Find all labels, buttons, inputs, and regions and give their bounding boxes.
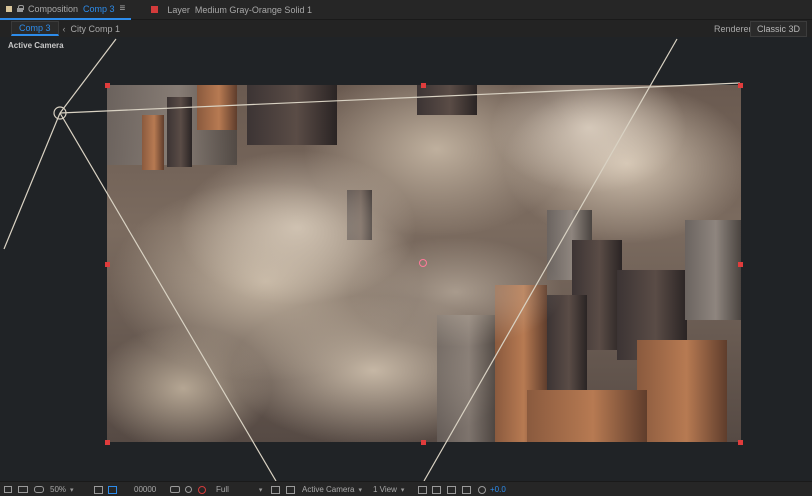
timecode[interactable]: 00000 — [134, 484, 156, 495]
view-value: Active Camera — [302, 485, 355, 494]
composition-viewer[interactable]: Active Camera — [0, 37, 812, 481]
transform-handle[interactable] — [421, 440, 426, 445]
transform-handle[interactable] — [105, 262, 110, 267]
exposure-value[interactable]: +0.0 — [490, 484, 506, 495]
grid-guides-icon[interactable] — [94, 484, 103, 495]
wireframe-line — [3, 112, 61, 250]
anchor-point-icon[interactable] — [419, 259, 427, 267]
tab-layer-name: Medium Gray-Orange Solid 1 — [194, 4, 312, 15]
show-snapshot-icon[interactable] — [185, 484, 192, 495]
view-dropdown[interactable]: Active Camera ▾ — [302, 484, 362, 495]
camera-wireframe[interactable] — [0, 37, 812, 481]
wireframe-line — [59, 38, 117, 114]
tab-layer-prefix: Layer — [167, 4, 190, 15]
comp-flowchart-icon[interactable] — [462, 484, 471, 495]
panel-tab-bar: Composition Comp 3 ≡ Layer Medium Gray-O… — [0, 0, 812, 20]
lock-icon[interactable] — [17, 5, 24, 12]
camera-snapshot-icon[interactable] — [170, 484, 180, 495]
color-channels-icon[interactable] — [198, 484, 206, 495]
tab-composition-name: Comp 3 — [83, 3, 115, 14]
resolution-dropdown[interactable]: Full ▾ — [216, 484, 262, 495]
tab-layer[interactable]: Layer Medium Gray-Orange Solid 1 — [145, 0, 318, 20]
chevron-down-icon: ▾ — [358, 486, 362, 494]
breadcrumb-city-comp-1[interactable]: City Comp 1 — [71, 24, 121, 34]
mask-visibility-icon[interactable] — [108, 484, 117, 495]
mask-icon[interactable] — [34, 484, 44, 495]
transform-handle[interactable] — [105, 83, 110, 88]
layer-color-swatch — [151, 6, 159, 13]
transform-handle[interactable] — [421, 83, 426, 88]
transparency-grid-icon[interactable] — [286, 484, 295, 495]
viewer-toolbar: 50% ▾ 00000 Full ▾ Active Camera ▾ 1 Vie… — [0, 481, 812, 496]
hamburger-icon[interactable]: ≡ — [120, 3, 126, 14]
wireframe-line — [423, 38, 678, 481]
transform-handle[interactable] — [738, 262, 743, 267]
renderer-button[interactable]: Classic 3D — [749, 21, 807, 37]
renderer-label: Renderer: — [713, 23, 754, 34]
monitor-icon[interactable] — [18, 484, 28, 495]
transform-handle[interactable] — [738, 83, 743, 88]
layout-value: 1 View — [373, 485, 397, 494]
timeline-icon[interactable] — [447, 484, 456, 495]
transform-handle[interactable] — [105, 440, 110, 445]
tab-composition-prefix: Composition — [28, 3, 79, 14]
composition-navigator: Comp 3 ‹ City Comp 1 Renderer: Classic 3… — [0, 20, 812, 37]
wireframe-line — [59, 82, 741, 114]
chevron-down-icon: ▾ — [70, 486, 74, 494]
breadcrumb-comp-3[interactable]: Comp 3 — [11, 21, 59, 36]
fast-previews-icon[interactable] — [432, 484, 441, 495]
wireframe-line — [59, 112, 277, 481]
region-of-interest-icon[interactable] — [271, 484, 280, 495]
tab-composition[interactable]: Composition Comp 3 ≡ — [0, 0, 132, 20]
breadcrumb-arrow-icon: ‹ — [62, 23, 66, 34]
chevron-down-icon: ▾ — [400, 486, 405, 494]
transform-handle[interactable] — [738, 440, 743, 445]
reset-exposure-icon[interactable] — [478, 484, 486, 495]
preview-icon[interactable] — [4, 484, 12, 495]
comp-color-swatch — [6, 5, 12, 12]
layout-dropdown[interactable]: 1 View ▾ — [373, 484, 404, 495]
chevron-down-icon: ▾ — [258, 486, 263, 494]
toggle-pixel-aspect-icon[interactable] — [418, 484, 427, 495]
resolution-value: Full — [216, 485, 229, 494]
magnification-value: 50% — [50, 485, 67, 494]
magnification-dropdown[interactable]: 50% ▾ — [50, 484, 74, 495]
